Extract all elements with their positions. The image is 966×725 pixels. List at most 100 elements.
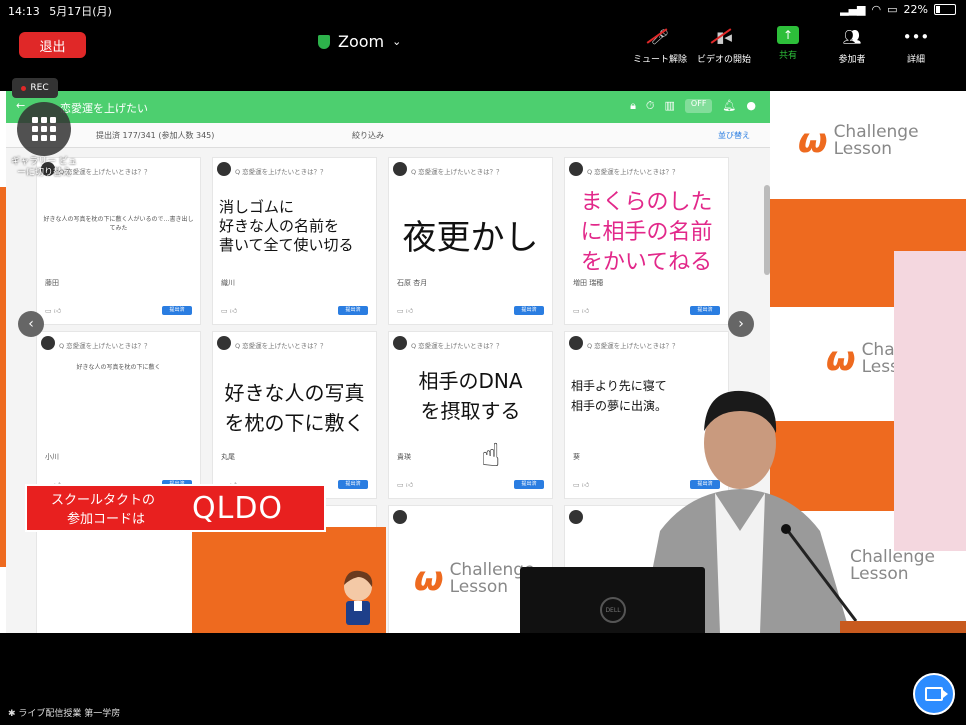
zoom-toolbar: 退出 Zoom ⌄ 🎤︎ ミュート解除 ▮◂ ビデオの開始 ↑ 共有 👥︎ 参加…: [0, 20, 966, 70]
battery-percent: 22%: [903, 3, 928, 16]
footer-caption: ✱ ライブ配信授業 第一学房: [8, 706, 120, 719]
leave-button[interactable]: 退出: [19, 32, 86, 58]
unmute-button[interactable]: 🎤︎ ミュート解除: [628, 24, 692, 65]
card-footer: ▭ 👍︎ 提出済: [397, 480, 544, 490]
status-date: 5月17日(月): [49, 5, 112, 18]
status-time-date: 14:13 5月17日(月): [8, 3, 112, 19]
screen-mirror-icon: ▭: [887, 3, 898, 16]
brand-mark-icon: ω: [826, 339, 856, 379]
submitted-badge: 提出済: [338, 306, 368, 315]
card-answer: 好きな人の写真を枕の下に敷く人がいるので…書き出してみた: [43, 216, 194, 232]
start-video-button[interactable]: ▮◂ ビデオの開始: [692, 24, 756, 65]
brand-logo: Challenge Lesson: [850, 549, 935, 583]
share-label: 共有: [778, 51, 797, 61]
answer-card: Q 恋愛運を上げたいときは？？ まくらのした に相手の名前 をかいてねる 増田 …: [564, 157, 729, 325]
next-page-button: ›: [728, 311, 754, 337]
avatar: [393, 510, 407, 524]
card-question: Q 恋愛運を上げたいときは？？: [587, 168, 679, 176]
more-label: 詳細: [906, 55, 925, 65]
sort-link: 並び替え: [718, 131, 750, 140]
card-question: Q 恋愛運を上げたいときは？？: [411, 342, 503, 350]
more-dots-icon: •••: [902, 28, 930, 46]
avatar: [569, 336, 583, 350]
answer-card: Q 恋愛運を上げたいときは？？ 好きな人の写真 を枕の下に敷く 丸尾 ▭ 👍︎提…: [212, 331, 377, 499]
wifi-icon: ◠: [871, 3, 882, 16]
card-question: Q 恋愛運を上げたいときは？？: [235, 168, 327, 176]
submitted-badge: 提出済: [162, 306, 192, 315]
more-button[interactable]: ••• 詳細: [884, 24, 948, 65]
filter-bar: 提出済 177/341 (参加人数 345) 絞り込み 並び替え: [6, 123, 770, 148]
card-question: Q 恋愛運を上げたいときは？？: [59, 342, 151, 350]
brand-mark-icon: ω: [798, 121, 828, 161]
laptop: DELL: [520, 567, 705, 633]
card-footer: ▭ 👍︎ 提出済: [221, 306, 368, 316]
card-author: 貴瑛: [397, 453, 411, 461]
desk: [840, 621, 966, 633]
card-author: 織川: [221, 279, 235, 287]
avatar: [393, 162, 407, 176]
app-header-icons: 🔒︎ ⏱︎ ▥ OFF 🔔︎ ●: [630, 99, 756, 113]
card-answer: まくらのした に相手の名前 をかいてねる: [580, 190, 713, 275]
card-question: Q 恋愛運を上げたいときは？？: [235, 342, 327, 350]
card-answer: 好きな人の写真 を枕の下に敷く: [224, 381, 365, 435]
answer-card: Q 恋愛運を上げたいときは？？ 相手のDNA を摂取する ☝︎ 貴瑛 ▭ 👍︎ 提…: [388, 331, 553, 499]
comment-icon: ▭: [221, 307, 228, 315]
timer-icon: ⏱︎: [645, 99, 655, 112]
like-icon: 👍︎: [53, 307, 62, 315]
comment-icon: ▭: [45, 307, 52, 315]
avatar: [569, 510, 583, 524]
brand-mark-icon: ω: [414, 559, 444, 599]
card-question: Q 恋愛運を上げたいときは？？: [411, 168, 503, 176]
lock-icon: 🔒︎: [630, 99, 636, 112]
switch-camera-button[interactable]: [913, 673, 955, 715]
join-code-banner: スクールタクトの 参加コードは QLDO: [25, 484, 326, 532]
meeting-title-text: Zoom: [338, 32, 385, 51]
avatar: [217, 336, 231, 350]
app-title: 恋愛運を上げたい: [60, 102, 148, 115]
unmute-label: ミュート解除: [632, 55, 687, 65]
answer-card: Q 恋愛運を上げたいときは？？ 消しゴムに 好きな人の名前を 書いて全て使い切る…: [212, 157, 377, 325]
submitted-badge: 提出済: [514, 480, 544, 489]
participants-icon: 👥︎: [842, 28, 862, 46]
like-icon: 👍︎: [581, 481, 590, 489]
gallery-view-label: ギャラリー ビューに切り替え: [11, 157, 77, 178]
security-shield-icon: [318, 34, 330, 49]
like-icon: 👍︎: [581, 307, 590, 315]
brand-logo: ω ChallengeLesson: [798, 121, 919, 161]
card-answer: 夜更かし: [402, 218, 539, 258]
participants-label: 参加者: [838, 55, 866, 65]
card-footer: ▭ 👍︎ 提出済: [573, 306, 720, 316]
battery-icon: [934, 4, 956, 15]
status-indicators: ▂▄▆ ◠ ▭ 22%: [840, 3, 956, 16]
filter-label: 絞り込み: [352, 131, 384, 140]
share-button[interactable]: ↑ 共有: [756, 24, 820, 65]
like-icon: 👍︎: [405, 307, 414, 315]
laptop-logo: DELL: [600, 597, 626, 623]
view-toggle: OFF: [684, 99, 713, 113]
chevron-down-icon: ⌄: [392, 35, 402, 48]
app-header: ← 恋愛運を上げたい 🔒︎ ⏱︎ ▥ OFF 🔔︎ ●: [6, 91, 770, 123]
card-author: 丸尾: [221, 453, 235, 461]
submission-count: 提出済 177/341 (参加人数 345): [96, 131, 215, 140]
gallery-view-button[interactable]: [17, 102, 71, 156]
meeting-title[interactable]: Zoom ⌄: [318, 32, 401, 51]
answer-card: Q 恋愛運を上げたいときは？？ 好きな人の写真を枕の下に敷く 小川 ▭ 👍︎提出…: [36, 331, 201, 499]
submitted-badge: 提出済: [338, 480, 368, 489]
toolbar-actions: 🎤︎ ミュート解除 ▮◂ ビデオの開始 ↑ 共有 👥︎ 参加者 ••• 詳細: [628, 24, 948, 65]
card-question: Q 恋愛運を上げたいときは？？: [587, 342, 679, 350]
recording-indicator: REC: [12, 78, 58, 98]
rec-label: REC: [30, 83, 49, 93]
footer-text: ライブ配信授業 第一学房: [18, 709, 121, 719]
card-author: 葵: [573, 453, 580, 461]
microphone-muted-icon: 🎤︎: [647, 26, 673, 48]
like-icon: 👍︎: [229, 307, 238, 315]
bell-icon: 🔔︎: [722, 99, 737, 112]
mascot-character: [344, 570, 373, 625]
comment-icon: ▭: [397, 307, 404, 315]
card-answer: 好きな人の写真を枕の下に敷く: [76, 364, 161, 371]
banner-line2: 参加コードは: [67, 512, 146, 527]
answer-card: Q 恋愛運を上げたいときは？？ 好きな人の写真を枕の下に敷く人がいるので…書き出…: [36, 157, 201, 325]
join-code: QLDO: [192, 491, 284, 526]
card-footer: ▭ 👍︎ 提出済: [397, 306, 544, 316]
participants-button[interactable]: 👥︎ 参加者: [820, 24, 884, 65]
